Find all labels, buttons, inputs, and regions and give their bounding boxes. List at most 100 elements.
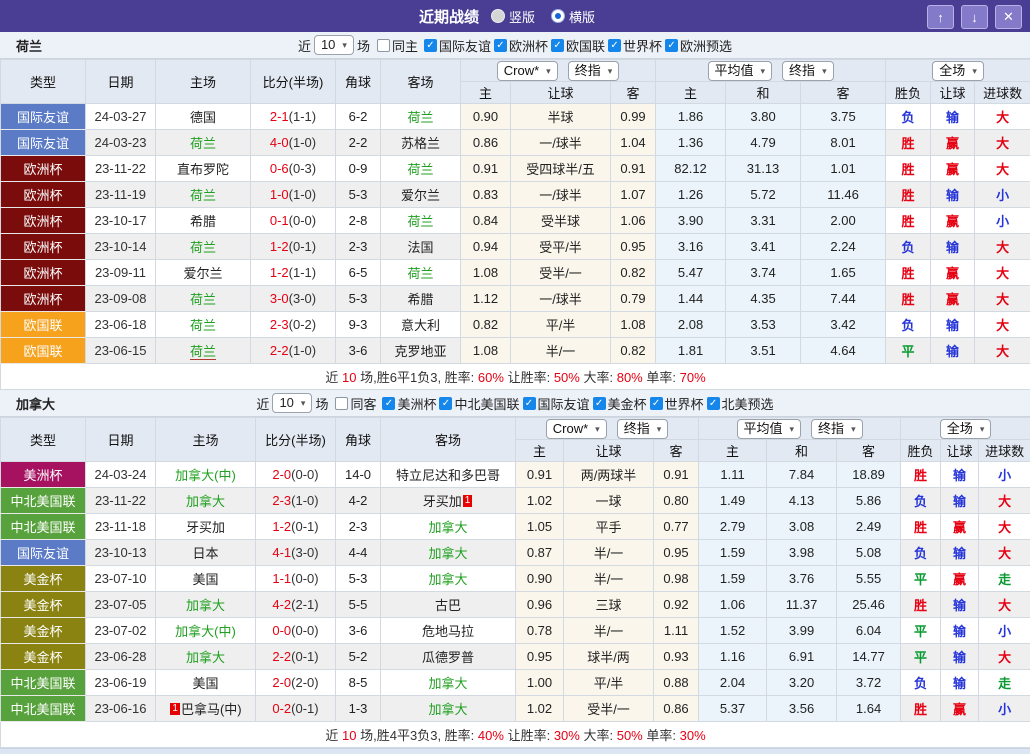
handicap-line: 一球 <box>564 488 654 514</box>
result-goals: 大 <box>975 234 1030 260</box>
summary-segment: 近 <box>325 728 338 743</box>
league-filter-checkbox[interactable]: 北美预选 <box>704 394 774 413</box>
league-type-badge: 欧洲杯 <box>1 208 86 234</box>
same-venue-checkbox[interactable]: 同主 <box>373 36 418 55</box>
radio-horizontal-layout[interactable]: 横版 <box>551 7 595 26</box>
crow-final-select[interactable]: 终指▾ <box>568 61 620 81</box>
away-team: 克罗地亚 <box>381 338 461 364</box>
radio-vertical-layout[interactable]: 竖版 <box>491 7 535 26</box>
same-venue-label: 同客 <box>350 394 376 413</box>
summary-segment: 10 <box>342 370 356 385</box>
match-date: 23-06-28 <box>86 644 156 670</box>
league-type-badge: 中北美国联 <box>1 514 86 540</box>
away-team-name: 牙买加 <box>423 494 462 509</box>
crow-away-odds: 1.04 <box>611 130 656 156</box>
avg-draw-odds: 4.13 <box>767 488 837 514</box>
fullmatch-select[interactable]: 全场▾ <box>940 419 992 439</box>
avg-draw-odds: 3.53 <box>726 312 801 338</box>
fullmatch-select[interactable]: 全场▾ <box>932 61 984 81</box>
league-filter-checkbox[interactable]: 美洲杯 <box>379 394 436 413</box>
subcol-away: 客 <box>654 440 699 462</box>
avg-home-odds: 3.90 <box>656 208 726 234</box>
league-filter-checkbox[interactable]: 美金杯 <box>590 394 647 413</box>
avg-draw-odds: 3.98 <box>767 540 837 566</box>
score: 1-2(1-1) <box>251 260 336 286</box>
away-team: 加拿大 <box>381 696 516 722</box>
avg-final-select[interactable]: 终指▾ <box>811 419 863 439</box>
avg-home-odds: 1.11 <box>699 462 767 488</box>
crow-home-odds: 1.02 <box>516 488 564 514</box>
crow-company-select[interactable]: Crow*▾ <box>497 61 558 81</box>
crow-home-odds: 0.78 <box>516 618 564 644</box>
halftime-score: (1-1) <box>289 109 316 124</box>
move-down-button[interactable]: ↓ <box>961 5 988 29</box>
avg-final-select[interactable]: 终指▾ <box>782 61 834 81</box>
match-count-select[interactable]: 10▾ <box>272 393 312 413</box>
match-date: 23-10-14 <box>86 234 156 260</box>
league-filter-checkbox[interactable]: 世界杯 <box>647 394 704 413</box>
table-row: 国际友谊 24-03-23 荷兰 4-0(1-0) 2-2 苏格兰 0.86 一… <box>1 130 1030 156</box>
move-up-button[interactable]: ↑ <box>927 5 954 29</box>
crow-home-odds: 0.90 <box>516 566 564 592</box>
league-filter-checkbox[interactable]: 欧洲杯 <box>491 36 548 55</box>
halftime-score: (0-0) <box>291 623 318 638</box>
league-filter-checkbox[interactable]: 国际友谊 <box>421 36 491 55</box>
col-type: 类型 <box>1 418 86 462</box>
avg-away-odds: 5.55 <box>837 566 901 592</box>
avg-draw-odds: 3.41 <box>726 234 801 260</box>
home-team: 荷兰 <box>156 286 251 312</box>
crow-company-select[interactable]: Crow*▾ <box>546 419 607 439</box>
league-filter-checkbox[interactable]: 国际友谊 <box>520 394 590 413</box>
halftime-score: (1-1) <box>289 265 316 280</box>
match-rows: 美洲杯 24-03-24 加拿大(中) 2-0(0-0) 14-0 特立尼达和多… <box>1 462 1030 722</box>
away-team: 特立尼达和多巴哥 <box>381 462 516 488</box>
crow-away-odds: 0.80 <box>654 488 699 514</box>
match-count-select[interactable]: 10▾ <box>314 35 354 55</box>
corner-count: 14-0 <box>336 462 381 488</box>
radio-vertical-label: 竖版 <box>509 7 535 26</box>
radio-horizontal-label: 横版 <box>569 7 595 26</box>
score: 2-2(1-0) <box>251 338 336 364</box>
league-filter-checkbox[interactable]: 欧洲预选 <box>662 36 732 55</box>
avg-home-odds: 1.59 <box>699 540 767 566</box>
summary-segment: 单率: <box>646 728 676 743</box>
score: 0-2(0-1) <box>256 696 336 722</box>
recent-label: 近 <box>298 36 311 55</box>
corner-count: 3-6 <box>336 618 381 644</box>
halftime-score: (0-2) <box>289 317 316 332</box>
subcol-wdl: 胜负 <box>886 82 931 104</box>
match-date: 23-11-22 <box>86 488 156 514</box>
chevron-down-icon: ▾ <box>595 421 600 437</box>
league-filter-checkbox[interactable]: 世界杯 <box>605 36 662 55</box>
home-team: 荷兰 <box>156 338 251 364</box>
league-filter-label: 欧洲杯 <box>509 36 548 55</box>
close-button[interactable]: ✕ <box>995 5 1022 29</box>
crow-home-odds: 1.12 <box>461 286 511 312</box>
league-type-badge: 中北美国联 <box>1 696 86 722</box>
crow-away-odds: 0.82 <box>611 260 656 286</box>
handicap-line: 半/一 <box>511 338 611 364</box>
result-handicap: 输 <box>931 338 975 364</box>
avg-draw-odds: 3.51 <box>726 338 801 364</box>
avg-company-select[interactable]: 平均值▾ <box>737 419 802 439</box>
subcol-handicap2: 让球 <box>941 440 979 462</box>
avg-home-odds: 2.79 <box>699 514 767 540</box>
match-date: 23-09-11 <box>86 260 156 286</box>
league-filter-checkbox[interactable]: 欧国联 <box>548 36 605 55</box>
checkbox-icon <box>593 397 606 410</box>
home-team: 加拿大 <box>156 592 256 618</box>
same-venue-checkbox[interactable]: 同客 <box>331 394 376 413</box>
league-type-badge: 欧洲杯 <box>1 234 86 260</box>
fulltime-score: 0-1 <box>270 213 289 228</box>
result-goals: 走 <box>979 566 1030 592</box>
league-filter-checkbox[interactable]: 中北美国联 <box>436 394 519 413</box>
crow-home-odds: 0.84 <box>461 208 511 234</box>
crow-away-odds: 0.99 <box>611 104 656 130</box>
corner-count: 5-2 <box>336 644 381 670</box>
handicap-line: 一/球半 <box>511 286 611 312</box>
crow-final-select[interactable]: 终指▾ <box>617 419 669 439</box>
avg-company-select[interactable]: 平均值▾ <box>708 61 773 81</box>
home-team: 德国 <box>156 104 251 130</box>
result-handicap: 赢 <box>931 156 975 182</box>
away-team-name: 苏格兰 <box>401 136 440 151</box>
